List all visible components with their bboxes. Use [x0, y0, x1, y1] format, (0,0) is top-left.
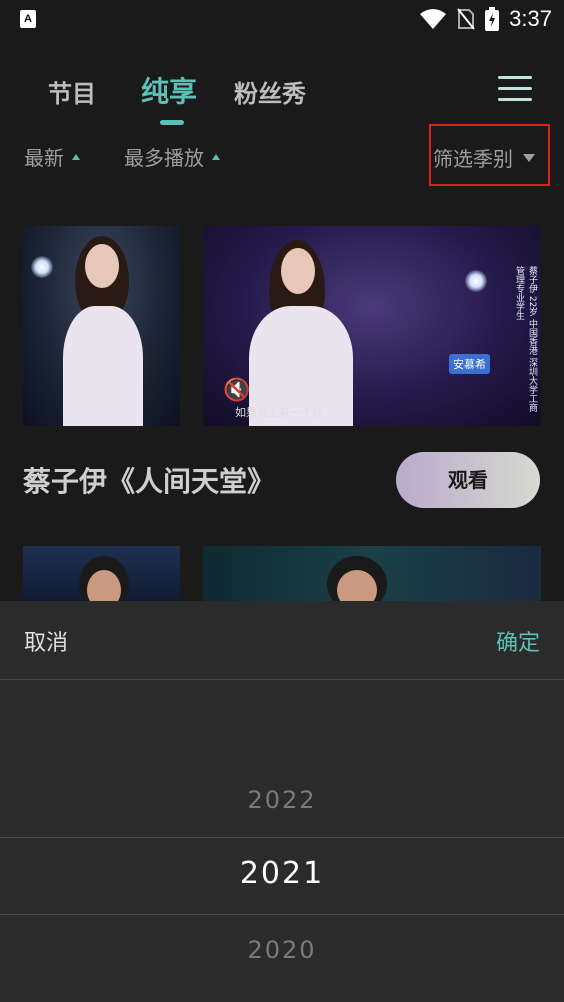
tab-pure[interactable]: 纯享	[141, 70, 197, 110]
active-tab-indicator	[160, 120, 184, 125]
app-notification-icon: A	[20, 10, 36, 28]
season-filter-button[interactable]: 筛选季别	[429, 124, 550, 186]
watch-button[interactable]: 观看	[396, 452, 540, 508]
sort-up-icon	[72, 153, 80, 160]
show-badge: 安慕希	[449, 354, 490, 374]
sort-most-played[interactable]: 最多播放	[124, 142, 220, 171]
video-player-preview[interactable]: 🔇 如果世上有一个好 安慕希 蔡子伊 22岁 中国香港 深圳大学工商管理专业学生	[203, 226, 541, 426]
confirm-button[interactable]: 确定	[496, 625, 540, 657]
selection-top-line	[0, 837, 564, 838]
wifi-icon	[420, 9, 447, 29]
tab-fan-show[interactable]: 粉丝秀	[234, 74, 306, 109]
top-tabs: 节目 纯享 粉丝秀	[0, 70, 564, 120]
sort-up-icon	[212, 153, 220, 160]
video-title: 蔡子伊《人间天堂》	[23, 465, 276, 498]
menu-icon[interactable]	[498, 76, 532, 106]
picker-header: 取消 确定	[0, 601, 564, 680]
video-player-preview-2[interactable]	[203, 546, 541, 606]
mute-icon[interactable]: 🔇	[223, 378, 250, 403]
no-sim-icon	[457, 8, 475, 30]
dropdown-arrow-icon	[523, 153, 535, 162]
contestant-info: 蔡子伊 22岁 中国香港 深圳大学工商管理专业学生	[514, 266, 537, 413]
year-picker-wheel[interactable]: 2022 2021 2020	[0, 680, 564, 1002]
clock: 3:37	[509, 6, 552, 31]
cancel-button[interactable]: 取消	[24, 625, 68, 657]
status-icons: 3:37	[419, 6, 552, 32]
status-bar: A 3:37	[0, 0, 564, 40]
video-thumbnail-small-2[interactable]	[23, 546, 180, 606]
picker-option-selected[interactable]: 2021	[0, 856, 564, 891]
subtitle-caption: 如果世上有一个好	[235, 406, 323, 419]
selection-bottom-line	[0, 914, 564, 915]
video-thumbnail-small[interactable]	[23, 226, 180, 426]
tab-program[interactable]: 节目	[48, 74, 96, 109]
season-filter-label: 筛选季别	[433, 147, 513, 171]
season-picker-sheet: 取消 确定 2022 2021 2020	[0, 601, 564, 1002]
video-title-row: 蔡子伊《人间天堂》 观看	[0, 452, 564, 512]
picker-option[interactable]: 2020	[0, 936, 564, 964]
sort-newest[interactable]: 最新	[24, 142, 80, 171]
sort-most-played-label: 最多播放	[124, 146, 204, 170]
battery-charging-icon	[485, 7, 500, 31]
sort-newest-label: 最新	[24, 146, 64, 170]
picker-option[interactable]: 2022	[0, 786, 564, 814]
